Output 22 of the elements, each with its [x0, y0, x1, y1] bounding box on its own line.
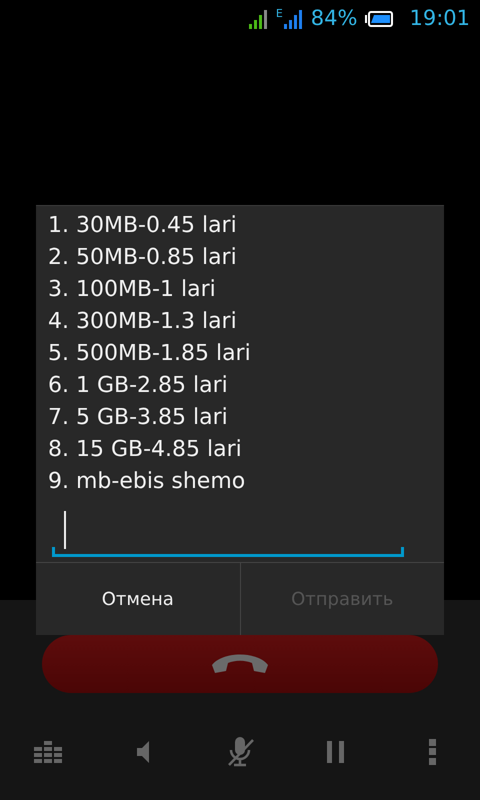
more-icon[interactable]	[428, 739, 436, 765]
menu-option-text: 2. 50MB-0.85 lari	[47, 244, 238, 272]
cancel-button[interactable]: Отмена	[36, 563, 240, 635]
pause-icon[interactable]	[327, 741, 345, 763]
signal-icon	[248, 8, 268, 30]
clock: 19:01	[409, 5, 470, 32]
menu-option-text: 7. 5 GB-3.85 lari	[47, 404, 229, 432]
mute-mic-icon[interactable]	[226, 737, 254, 767]
speaker-icon[interactable]	[137, 741, 151, 763]
menu-option-text: 1. 30MB-0.45 lari	[47, 212, 238, 240]
battery-percent: 84%	[310, 5, 358, 32]
dialpad-icon[interactable]	[34, 740, 62, 764]
menu-option-text: 4. 300MB-1.3 lari	[47, 308, 238, 336]
network-type: E	[276, 8, 283, 19]
menu-option-text: 6. 1 GB-2.85 lari	[47, 372, 229, 400]
text-cursor	[64, 511, 66, 549]
menu-option-text: 8. 15 GB-4.85 lari	[47, 436, 243, 464]
menu-option-text: 3. 100MB-1 lari	[47, 276, 217, 304]
battery-icon	[365, 11, 394, 27]
menu-option-text: 5. 500MB-1.85 lari	[47, 340, 252, 368]
menu-option-text: 9. mb-ebis shemo	[47, 468, 246, 496]
signal-icon	[282, 8, 303, 30]
